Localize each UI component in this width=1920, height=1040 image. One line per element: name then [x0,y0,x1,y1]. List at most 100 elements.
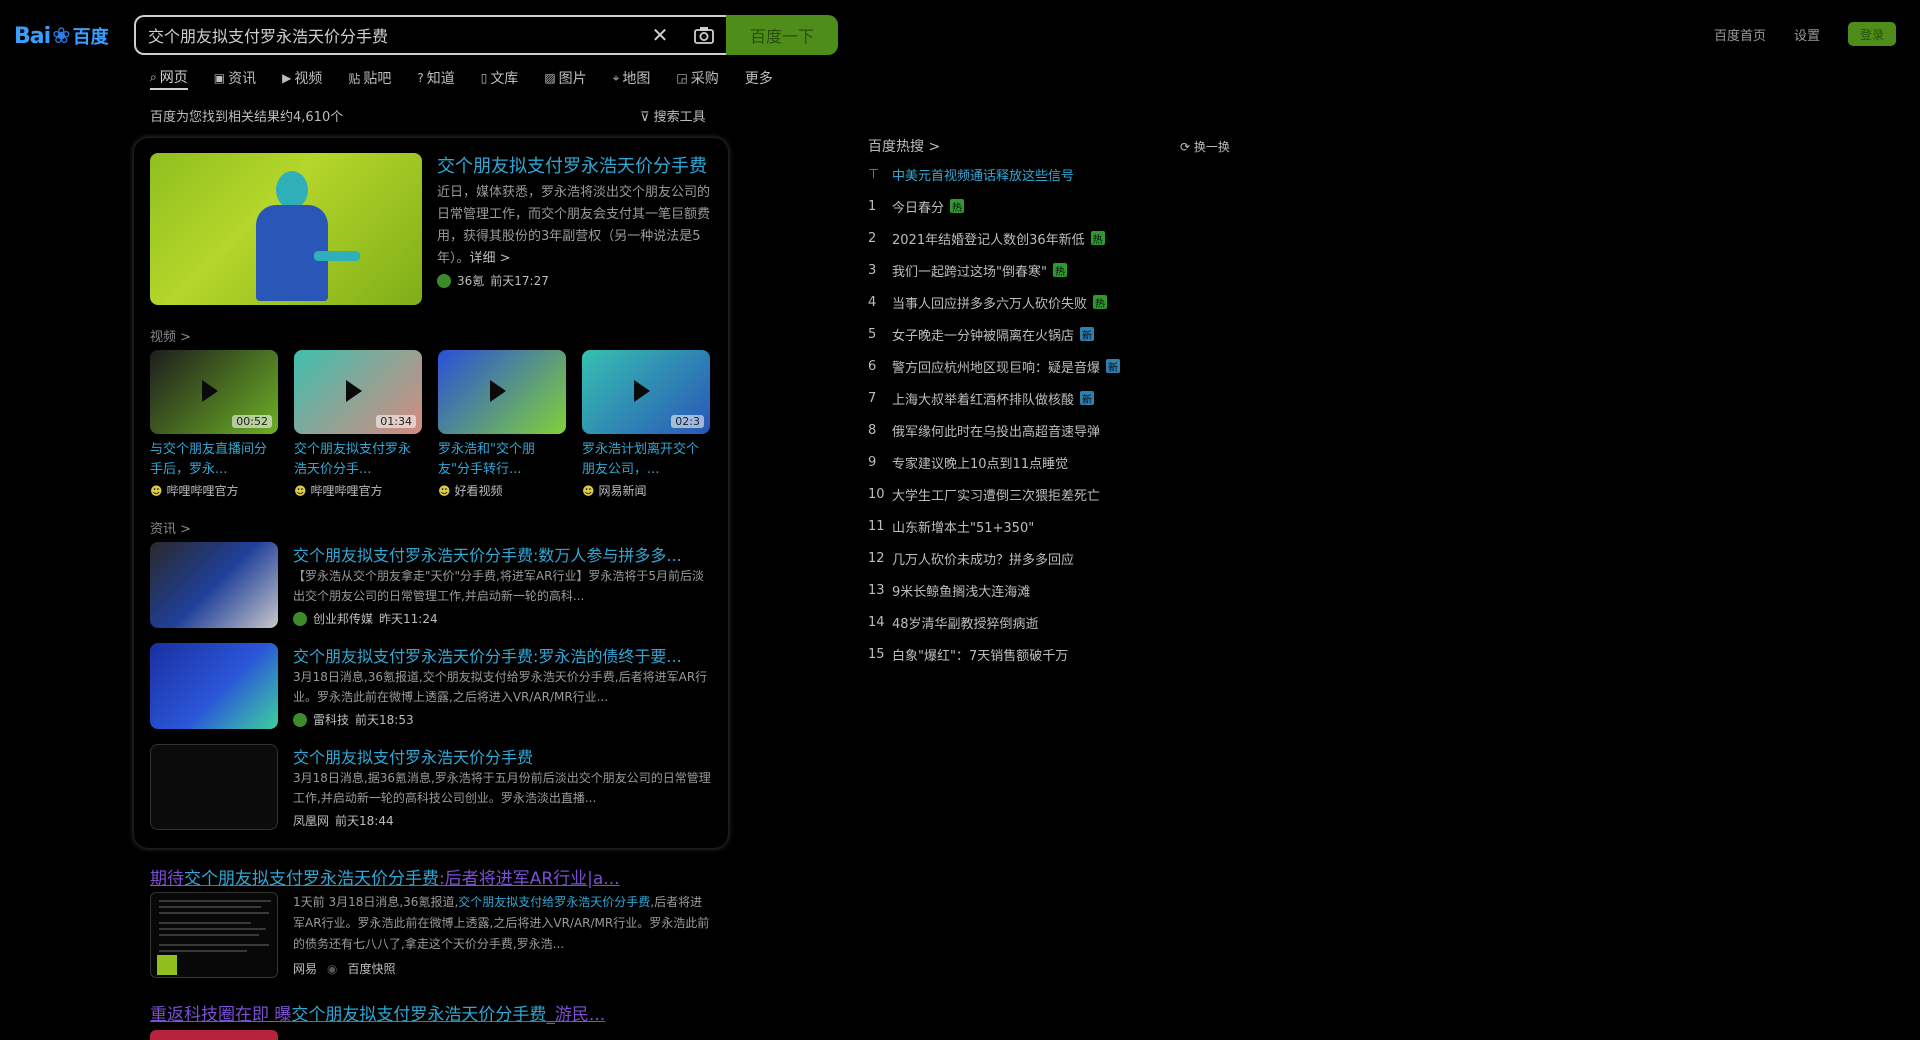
hot-search-item[interactable]: 8 俄军缘何此时在乌投出高超音速导弹 [868,418,1100,442]
tab-8[interactable]: ◲ 采购 [676,66,718,90]
hot-search-item[interactable]: 7 上海大叔举着红酒杯排队做核酸新 [868,386,1095,410]
video-section-label[interactable]: 视频 > [150,326,191,345]
video-item[interactable]: 罗永浩和"交个朋友"分手转行... ☻ 好看视频 [438,350,566,499]
hot-search-item[interactable]: 5 女子晚走一分钟被隔离在火锅店新 [868,322,1095,346]
top-right-links: 百度首页 设置 登录 [1714,22,1896,46]
hot-search-item[interactable]: 3 我们一起跨过这场"倒春寒" 热 [868,258,1067,282]
tab-5[interactable]: ▯ 文库 [481,66,519,90]
organic-result-title-2[interactable]: 重返科技圈在即 曝交个朋友拟支付罗永浩天价分手费_游民... [150,1000,605,1025]
hot-badge: 新 [1106,359,1121,374]
search-tools-button[interactable]: ⊽ 搜索工具 [640,106,706,125]
hot-text: 2021年结婚登记人数创36年新低 [892,232,1085,248]
cache-link[interactable]: 百度快照 [348,960,396,977]
hot-search-item[interactable]: 4 当事人回应拼多多六万人砍价失败热 [868,290,1108,314]
hot-rank: 1 [868,198,877,214]
video-item[interactable]: 00:52 与交个朋友直播间分手后，罗永... ☻ 哔哩哔哩官方 [150,350,278,499]
cache-icon: ◉ [327,961,338,976]
tab-1[interactable]: ▣ 资讯 [214,66,256,90]
video-duration: 01:34 [376,415,416,428]
video-thumbnail[interactable]: 02:3 [582,350,710,434]
news-item[interactable]: 交个朋友拟支付罗永浩天价分手费:罗永浩的债终于要... 3月18日消息,36氪报道… [150,643,716,731]
hot-text: 俄军缘何此时在乌投出高超音速导弹 [892,424,1101,440]
top-result-thumbnail[interactable] [150,153,422,305]
organic-result-thumbnail-1[interactable] [150,892,278,978]
news-thumbnail[interactable] [150,643,278,729]
hot-text: 山东新增本土"51+350" [892,520,1035,536]
hot-text: 女子晚走一分钟被隔离在火锅店 [892,328,1075,344]
search-button[interactable]: 百度一下 [726,15,838,55]
source-name: 凤凰网 [293,814,330,828]
hot-text: 当事人回应拼多多六万人砍价失败 [892,296,1088,312]
hot-search-item[interactable]: ⊤ 中美元首视频通话释放这些信号 [868,162,1074,186]
search-input[interactable] [136,17,638,53]
news-item[interactable]: 交个朋友拟支付罗永浩天价分手费 3月18日消息,据36氪消息,罗永浩将于五月份前后… [150,744,716,832]
hot-text: 我们一起跨过这场"倒春寒" [892,264,1047,280]
tab-7[interactable]: ⌖ 地图 [613,66,651,90]
search-tools-label: 搜索工具 [653,110,706,125]
tab-2[interactable]: ▶ 视频 [282,66,322,90]
top-result-source: 36氪 前天17:27 [437,272,549,289]
organic-result-thumbnail-2[interactable] [150,1030,278,1040]
video-thumbnail[interactable]: 00:52 [150,350,278,434]
video-item[interactable]: 01:34 交个朋友拟支付罗永浩天价分手... ☻ 哔哩哔哩官方 [294,350,422,499]
news-title[interactable]: 交个朋友拟支付罗永浩天价分手费:数万人参与拼多多... [293,542,682,566]
video-source: ☻ 哔哩哔哩官方 [294,482,422,499]
hot-search-item[interactable]: 13 9米长鲸鱼搁浅大连海滩 [868,578,1030,602]
source-icon [293,712,307,727]
hot-search-item[interactable]: 9 专家建议晚上10点到11点睡觉 [868,450,1068,474]
login-button[interactable]: 登录 [1848,22,1896,46]
hot-rank: 15 [868,646,885,662]
baidu-home-link[interactable]: 百度首页 [1714,25,1766,44]
news-title[interactable]: 交个朋友拟支付罗永浩天价分手费:罗永浩的债终于要... [293,643,682,667]
video-title[interactable]: 与交个朋友直播间分手后，罗永... [150,440,278,480]
video-title[interactable]: 罗永浩计划离开交个朋友公司，... [582,440,710,480]
baidu-logo[interactable]: Bai ❀ 百度 [14,18,120,54]
video-title[interactable]: 罗永浩和"交个朋友"分手转行... [438,440,566,480]
tab-4[interactable]: ? 知道 [417,66,454,90]
tab-3[interactable]: 贴贴吧 [348,66,391,90]
hot-rank: 6 [868,358,877,374]
more-link[interactable]: 详细 > [470,251,511,266]
video-duration: 00:52 [232,415,272,428]
news-item[interactable]: 交个朋友拟支付罗永浩天价分手费:数万人参与拼多多... 【罗永浩从交个朋友拿走"天… [150,542,716,630]
source-name: 网易 [293,962,318,976]
organic-result-title-1[interactable]: 期待交个朋友拟支付罗永浩天价分手费:后者将进军AR行业|a... [150,864,620,889]
source-icon: ☻ [438,483,451,498]
top-result-title[interactable]: 交个朋友拟支付罗永浩天价分手费 [437,152,707,178]
video-thumbnail[interactable] [438,350,566,434]
hot-badge: 热 [1093,295,1108,310]
search-tabs: ⌕ 网页 ▣ 资讯 ▶ 视频 贴贴吧 ? 知道 ▯ 文库 ▨ 图片 ⌖ 地图 ◲ 采购 更多 [150,66,799,90]
play-icon [490,380,506,402]
tab-9[interactable]: 更多 [745,66,773,90]
close-icon[interactable]: ✕ [638,17,682,53]
news-thumbnail[interactable] [150,744,278,830]
camera-icon[interactable] [682,17,726,53]
hot-search-item[interactable]: 15 白象"爆红"：7天销售额破千万 [868,642,1068,666]
hot-search-item[interactable]: 14 48岁清华副教授猝倒病逝 [868,610,1039,634]
tab-6[interactable]: ▨ 图片 [544,66,586,90]
video-thumbnail[interactable]: 01:34 [294,350,422,434]
news-desc: 3月18日消息,36氪报道,交个朋友拟支付给罗永浩天价分手费,后者将进军AR行业… [293,670,708,704]
news-title[interactable]: 交个朋友拟支付罗永浩天价分手费 [293,744,533,768]
top-result-desc: 近日，媒体获悉，罗永浩将淡出交个朋友公司的日常管理工作，而交个朋友会支付其一笔巨… [437,185,711,266]
tab-label: 贴吧 [363,71,392,87]
filter-icon: ⊽ [640,110,650,125]
news-section-label[interactable]: 资讯 > [150,518,191,537]
source-time: 前天18:53 [355,713,414,727]
hot-search-item[interactable]: 10 大学生工厂实习遭倒三次猥拒差死亡 [868,482,1100,506]
hot-search-item[interactable]: 11 山东新增本土"51+350" [868,514,1034,538]
source-name: 哔哩哔哩官方 [166,484,239,498]
hot-search-item[interactable]: 12 几万人砍价未成功？拼多多回应 [868,546,1074,570]
hot-search-title[interactable]: 百度热搜 > [868,136,940,156]
settings-link[interactable]: 设置 [1794,25,1820,44]
video-item[interactable]: 02:3 罗永浩计划离开交个朋友公司，... ☻ 网易新闻 [582,350,710,499]
hot-rank: 2 [868,230,877,246]
tab-0[interactable]: ⌕ 网页 [150,66,188,90]
refresh-button[interactable]: ⟳ 换一换 [1180,138,1230,155]
hot-text: 几万人砍价未成功？拼多多回应 [892,552,1075,568]
video-title[interactable]: 交个朋友拟支付罗永浩天价分手... [294,440,422,480]
hot-search-item[interactable]: 1 今日春分热 [868,194,965,218]
hot-search-item[interactable]: 6 警方回应杭州地区现巨响：疑是音爆新 [868,354,1121,378]
news-thumbnail[interactable] [150,542,278,628]
hot-search-item[interactable]: 2 2021年结婚登记人数创36年新低热 [868,226,1105,250]
